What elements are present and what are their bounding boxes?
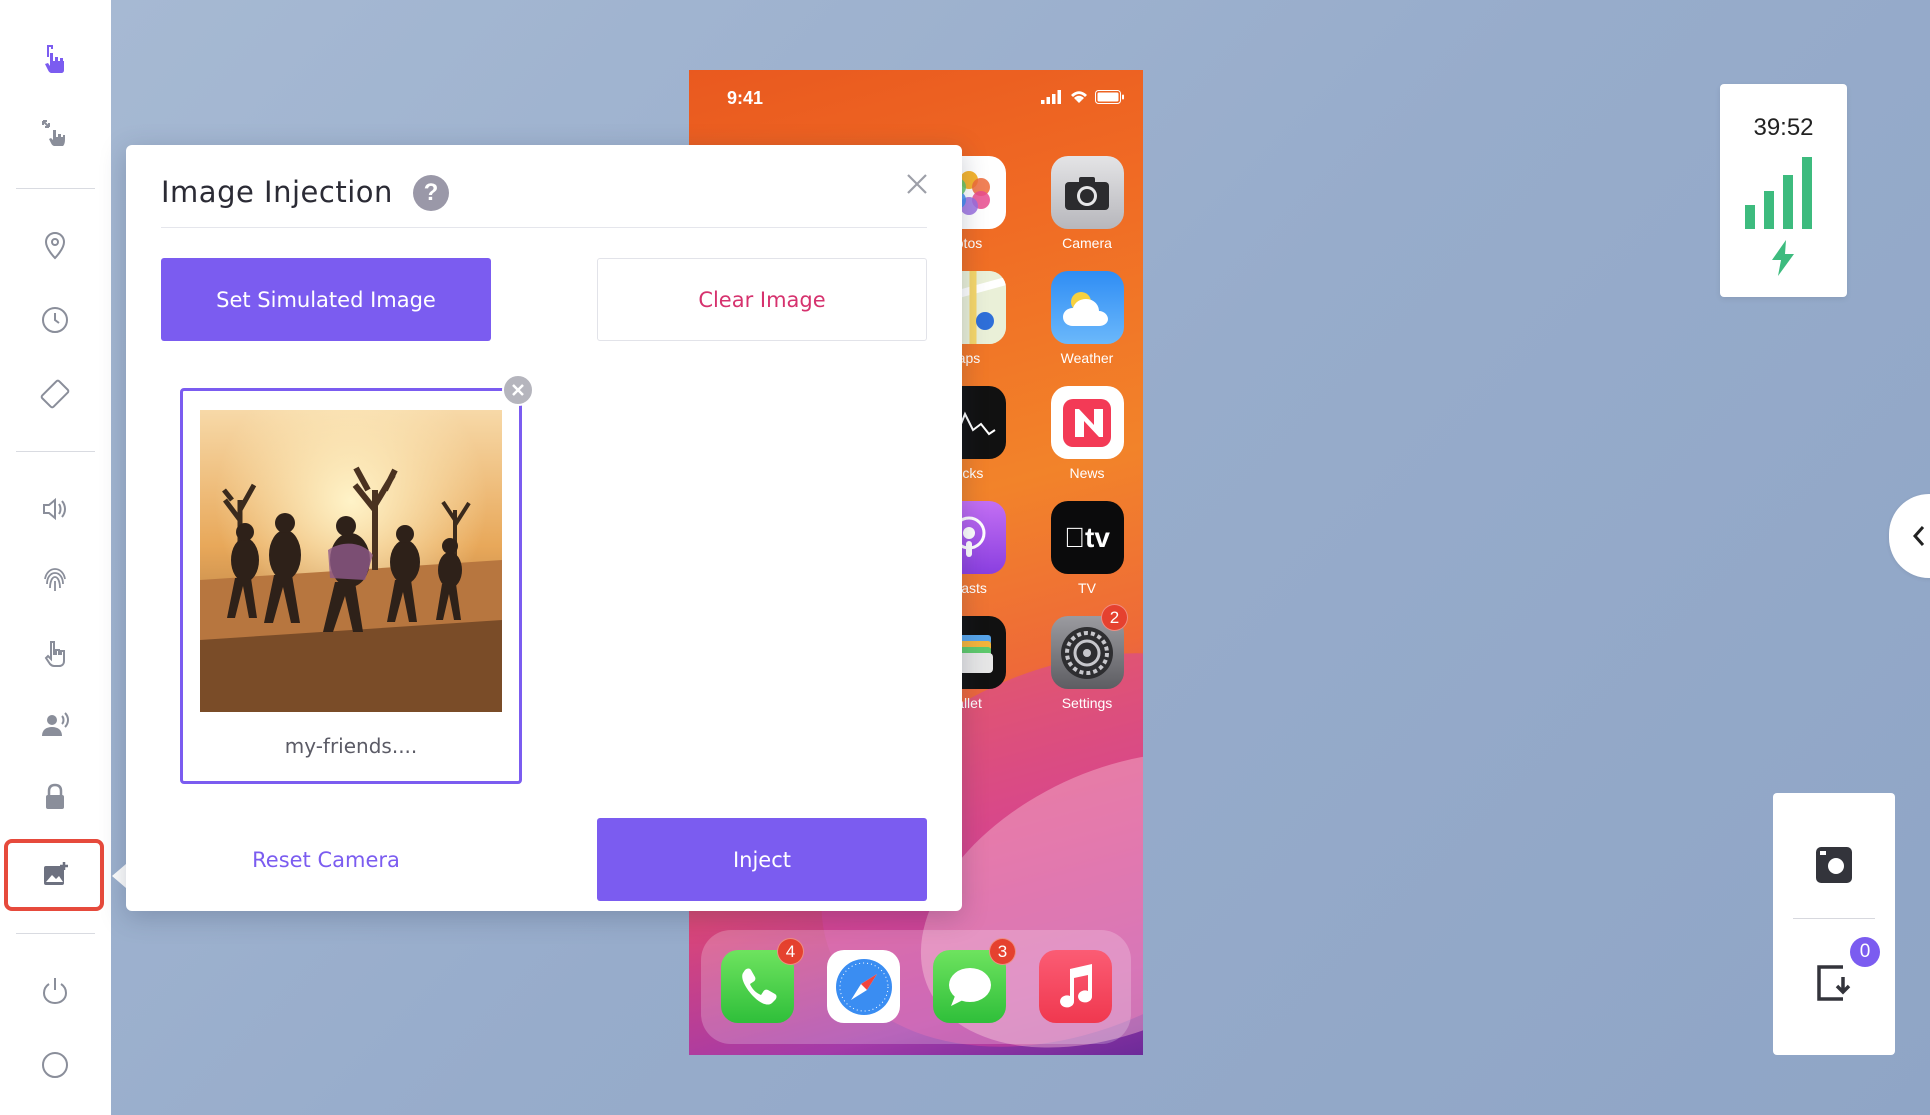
close-icon[interactable]: [900, 167, 934, 201]
download-count-badge: 0: [1850, 937, 1880, 967]
notification-badge: 3: [989, 938, 1016, 965]
friends-photo-thumbnail: [200, 410, 502, 712]
chevron-left-icon: [1912, 526, 1925, 546]
signal-strength-icon: [1745, 157, 1812, 229]
status-icons: [1041, 90, 1125, 104]
app-label: Camera: [1062, 235, 1112, 251]
rotate-device-icon[interactable]: [30, 369, 80, 419]
clear-image-button[interactable]: Clear Image: [597, 258, 927, 341]
lock-icon[interactable]: [30, 772, 80, 822]
notification-badge: 2: [1101, 604, 1128, 631]
app-label: Settings: [1061, 695, 1113, 711]
battery-icon: [1095, 90, 1124, 104]
tap-hand-icon[interactable]: [30, 33, 80, 83]
location-pin-icon[interactable]: [30, 221, 80, 271]
download-session-icon[interactable]: [1813, 961, 1857, 1009]
app-label: Weather: [1060, 350, 1114, 366]
cellular-signal-icon: [1041, 90, 1061, 104]
weather-icon: [1050, 271, 1124, 344]
set-simulated-image-button[interactable]: Set Simulated Image: [161, 258, 491, 341]
remove-image-icon[interactable]: [502, 374, 534, 406]
active-tool-pointer: [112, 864, 126, 888]
app-camera[interactable]: Camera: [1049, 156, 1125, 251]
music-note-icon[interactable]: [1039, 950, 1112, 1023]
help-icon[interactable]: ?: [413, 175, 449, 211]
wifi-icon: [1071, 91, 1087, 103]
screenshot-icon[interactable]: [1814, 845, 1854, 889]
clock-icon[interactable]: [30, 295, 80, 345]
sidebar-divider: [16, 451, 95, 452]
app-tv[interactable]: tv TV: [1049, 501, 1125, 596]
home-circle-icon[interactable]: [30, 1040, 80, 1090]
thumbnail-filename: my-friends....: [284, 734, 418, 758]
pinch-zoom-icon[interactable]: [30, 108, 80, 158]
touch-hand-icon[interactable]: [30, 628, 80, 678]
capture-tools-card: 0: [1773, 793, 1895, 1055]
tv-icon: tv: [1050, 501, 1124, 574]
inject-button[interactable]: Inject: [597, 818, 927, 901]
news-icon: [1050, 386, 1124, 459]
dock: [701, 930, 1131, 1044]
image-injection-dialog: Image Injection ? Set Simulated Image Cl…: [126, 145, 962, 911]
status-time: 9:41: [727, 88, 764, 108]
tv-glyph: tv: [1074, 521, 1110, 553]
charging-bolt-icon: [1772, 240, 1794, 276]
image-thumbnail-card[interactable]: my-friends....: [180, 388, 522, 784]
safari-compass-icon[interactable]: [827, 950, 900, 1023]
left-toolbar: [0, 0, 111, 1115]
fingerprint-icon[interactable]: [30, 556, 80, 606]
voice-user-icon[interactable]: [30, 700, 80, 750]
notification-badge: 4: [777, 938, 804, 965]
power-icon[interactable]: [30, 966, 80, 1016]
sidebar-divider: [16, 933, 95, 934]
dialog-title: Image Injection: [161, 175, 393, 209]
app-label: TV: [1078, 580, 1096, 596]
dialog-divider: [161, 227, 927, 228]
app-label: News: [1069, 465, 1105, 481]
session-stats-card: 39:52: [1720, 84, 1847, 297]
reset-camera-button[interactable]: Reset Camera: [161, 818, 491, 901]
session-timer: 39:52: [1753, 114, 1814, 141]
app-news[interactable]: News: [1049, 386, 1125, 481]
image-injection-icon[interactable]: [30, 850, 80, 900]
volume-icon[interactable]: [30, 484, 80, 534]
app-weather[interactable]: Weather: [1049, 271, 1125, 366]
tools-divider: [1793, 918, 1875, 919]
camera-icon: [1050, 156, 1124, 229]
sidebar-divider: [16, 188, 95, 189]
